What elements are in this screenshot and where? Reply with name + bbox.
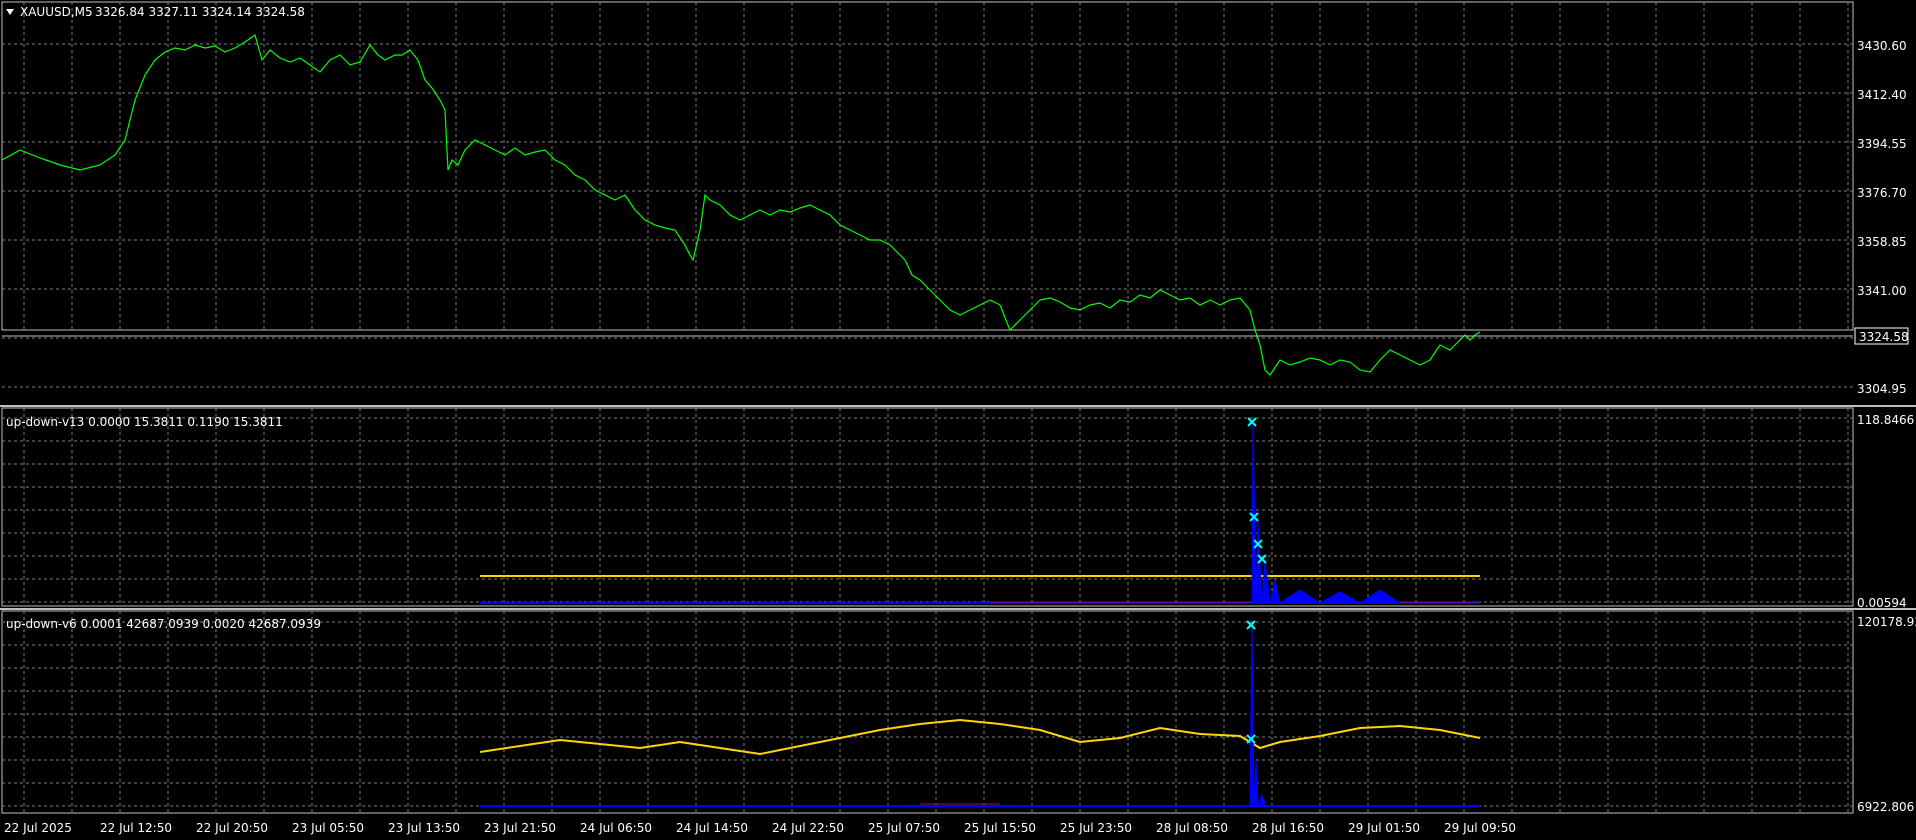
main-ohlc: 3326.84 3327.11 3324.14 3324.58: [95, 5, 305, 19]
time-label: 28 Jul 08:50: [1156, 821, 1228, 835]
time-label: 22 Jul 20:50: [196, 821, 268, 835]
time-label: 23 Jul 13:50: [388, 821, 460, 835]
time-label: 24 Jul 22:50: [772, 821, 844, 835]
price-label-2: 3394.55: [1857, 137, 1907, 151]
main-symbol: XAUUSD,M5: [20, 5, 93, 19]
time-label: 25 Jul 07:50: [868, 821, 940, 835]
time-label: 23 Jul 21:50: [484, 821, 556, 835]
price-label-3: 3376.70: [1857, 186, 1907, 200]
current-price-text: 3324.58: [1859, 330, 1909, 344]
subwindow2-grid: [2, 611, 1853, 813]
time-label: 25 Jul 15:50: [964, 821, 1036, 835]
price-line: [1, 34, 1481, 376]
price-label-5: 3341.00: [1857, 284, 1907, 298]
time-label: 24 Jul 06:50: [580, 821, 652, 835]
subwindow1-title: up-down-v13 0.0000 15.3811 0.1190 15.381…: [6, 415, 283, 429]
time-label: 29 Jul 09:50: [1444, 821, 1516, 835]
current-price-tag: 3324.58: [1854, 327, 1909, 345]
time-label: 22 Jul 12:50: [100, 821, 172, 835]
main-title: XAUUSD,M5 3326.84 3327.11 3324.14 3324.5…: [6, 5, 305, 19]
subwindow2-axis-top: 120178.93: [1857, 615, 1916, 629]
subwindow2-blue-spike: [1249, 624, 1267, 807]
main-chart-frame: [1, 1, 1854, 331]
subwindow2-title: up-down-v6 0.0001 42687.0939 0.0020 4268…: [6, 617, 321, 631]
subwindow2-axis-bottom: 6922.806: [1857, 800, 1914, 814]
subwindow1-axis-top: 118.8466: [1857, 413, 1914, 427]
chart-canvas[interactable]: 3430.60 3412.40 3394.55 3376.70 3358.85 …: [0, 0, 1916, 840]
metatrader-chart-window[interactable]: 3430.60 3412.40 3394.55 3376.70 3358.85 …: [0, 0, 1916, 840]
time-label: 23 Jul 05:50: [292, 821, 364, 835]
price-label-1: 3412.40: [1857, 88, 1907, 102]
time-label: 22 Jul 2025: [4, 821, 72, 835]
time-label: 28 Jul 16:50: [1252, 821, 1324, 835]
chart-dropdown-icon[interactable]: [6, 9, 14, 15]
price-label-4: 3358.85: [1857, 235, 1907, 249]
main-grid: [2, 2, 1853, 388]
time-label: 29 Jul 01:50: [1348, 821, 1420, 835]
price-label-6: 3304.95: [1857, 382, 1907, 396]
time-axis: 22 Jul 2025 22 Jul 12:50 22 Jul 20:50 23 Ju…: [4, 821, 1516, 835]
subwindow1-axis-bottom: 0.00594: [1857, 596, 1907, 610]
subwindow1: up-down-v13 0.0000 15.3811 0.1190 15.381…: [6, 413, 1914, 610]
time-label: 25 Jul 23:50: [1060, 821, 1132, 835]
time-label: 24 Jul 14:50: [676, 821, 748, 835]
price-label-0: 3430.60: [1857, 39, 1907, 53]
